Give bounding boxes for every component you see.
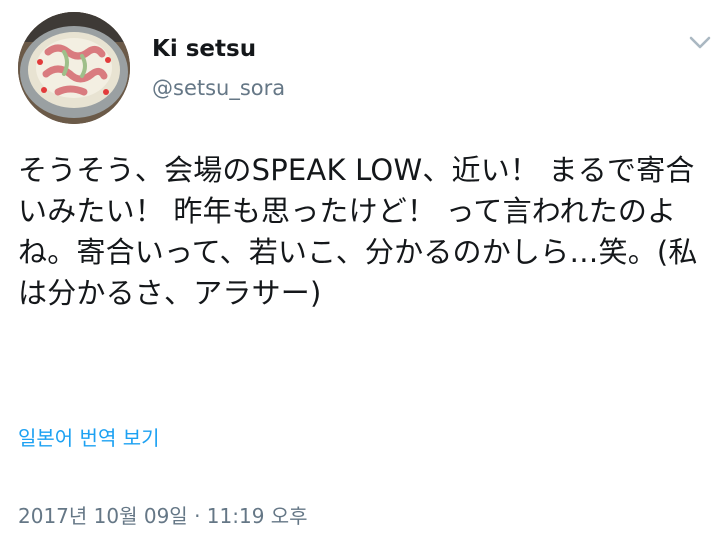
user-handle[interactable]: @setsu_sora [152,76,285,100]
cake-photo [18,12,130,124]
tweet-timestamp[interactable]: 2017년 10월 09일 · 11:19 오후 [18,500,308,529]
translate-link[interactable]: 일본어 번역 보기 [18,422,160,451]
chevron-down-icon[interactable] [683,26,717,60]
display-name[interactable]: Ki setsu [152,36,256,62]
tweet-text: そうそう、会場のSPEAK LOW、近い！ まるで寄合いみたい！ 昨年も思ったけ… [18,153,698,310]
avatar[interactable] [18,12,130,124]
